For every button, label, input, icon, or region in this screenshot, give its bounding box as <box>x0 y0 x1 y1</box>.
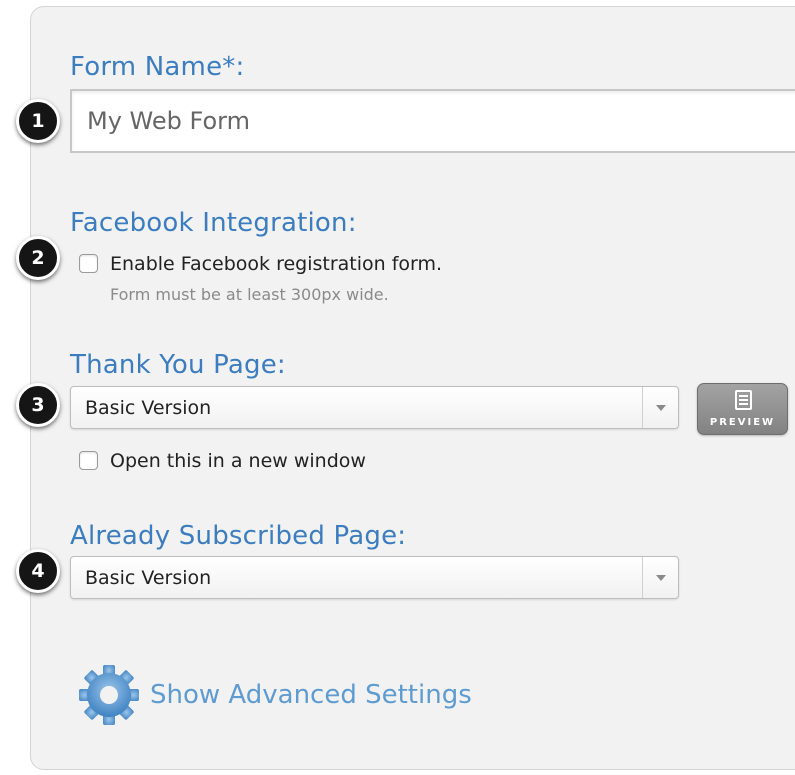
facebook-registration-checkbox-label[interactable]: Enable Facebook registration form. <box>110 253 442 275</box>
step-marker-2: 2 <box>16 236 60 280</box>
open-new-window-checkbox-label[interactable]: Open this in a new window <box>110 450 366 472</box>
step-marker-1: 1 <box>16 99 60 143</box>
facebook-registration-checkbox[interactable] <box>79 254 98 273</box>
open-new-window-checkbox[interactable] <box>79 451 98 470</box>
preview-button[interactable]: PREVIEW <box>697 383 788 435</box>
thank-you-page-selected-value: Basic Version <box>85 396 212 419</box>
already-subscribed-page-label: Already Subscribed Page: <box>70 521 407 551</box>
show-advanced-settings-link[interactable]: Show Advanced Settings <box>76 662 472 728</box>
form-name-label: Form Name*: <box>70 52 245 82</box>
thank-you-page-label: Thank You Page: <box>70 350 286 380</box>
already-subscribed-selected-value: Basic Version <box>85 566 212 589</box>
gear-icon <box>79 665 139 725</box>
document-icon <box>735 390 752 410</box>
step-marker-4: 4 <box>16 549 60 593</box>
form-name-input[interactable]: My Web Form <box>70 89 795 153</box>
preview-button-label: PREVIEW <box>709 417 776 428</box>
facebook-integration-label: Facebook Integration: <box>70 208 357 238</box>
already-subscribed-dropdown-arrow[interactable] <box>642 557 678 598</box>
facebook-width-hint: Form must be at least 300px wide. <box>110 285 389 304</box>
show-advanced-settings-label[interactable]: Show Advanced Settings <box>150 680 472 710</box>
thank-you-page-select[interactable]: Basic Version <box>70 386 679 429</box>
chevron-down-icon <box>655 404 666 411</box>
thank-you-page-dropdown-arrow[interactable] <box>642 387 678 428</box>
chevron-down-icon <box>655 574 666 581</box>
already-subscribed-page-select[interactable]: Basic Version <box>70 556 679 599</box>
step-marker-3: 3 <box>16 383 60 427</box>
